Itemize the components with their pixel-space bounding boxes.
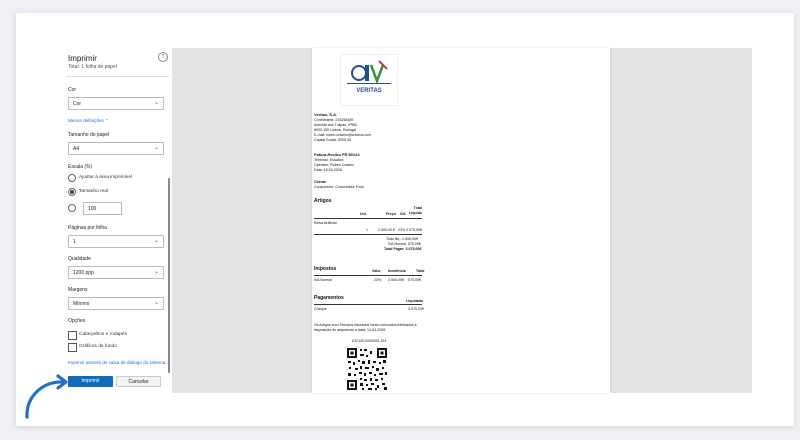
scale-fit-radio[interactable] <box>68 174 76 182</box>
items-title: Artigos <box>314 198 332 204</box>
company-address1: Avenida dos Tulipas, nº962 <box>314 123 358 127</box>
headers-footers-label: Cabeçalhos e rodapés <box>79 332 128 337</box>
color-select[interactable]: Cor ⌄ <box>68 97 164 110</box>
payments-title: Pagamentos <box>314 295 344 301</box>
margins-label: Margens <box>68 287 88 293</box>
tax-name: IVA Normal <box>314 278 332 282</box>
total-pagar: Total Pagar: 3.075,00€ <box>384 247 422 251</box>
company-nif: Contribuinte: 216256489 <box>314 118 354 122</box>
panel-scrollbar[interactable] <box>168 178 170 373</box>
margins-value: Mínimo <box>73 300 90 307</box>
background-graphics-label: Gráficos de fundo <box>79 344 117 349</box>
client-label: Cliente <box>314 180 326 184</box>
sheet-count: Total: 1 folha de papel <box>68 64 117 70</box>
client-value: Consumidor: Consumidor Final <box>314 185 364 189</box>
note-line2: disposição do adquirente a data: 14-04-2… <box>314 328 386 332</box>
payment-method: Cheque <box>314 307 327 311</box>
col-price: Preço <box>386 212 396 216</box>
item-iva: 23% <box>398 228 406 232</box>
chevron-down-icon: ⌄ <box>153 145 159 151</box>
tax-col-incidence: Incidência <box>388 269 406 273</box>
preview-page: VERITAS Veritas, S.A. Contribuinte: 2162… <box>312 48 610 393</box>
divider <box>314 275 422 276</box>
scale-actual-radio[interactable] <box>68 188 76 196</box>
col-iva: IVA <box>400 212 406 216</box>
system-dialog-link[interactable]: Imprimir através de caixa de diálogo do … <box>68 360 169 365</box>
scale-label: Escala (%) <box>68 164 93 170</box>
tax-col-value: Valor <box>372 269 381 273</box>
company-email: E-mail: ruben.crasino@crsoma.com <box>314 133 372 137</box>
total-iliquido: Total Iliq.: 2.500,00€ <box>386 237 419 241</box>
quality-value: 1200 ppp <box>73 269 94 276</box>
margins-select[interactable]: Mínimo ⌄ <box>68 297 164 310</box>
options-label: Opções <box>68 318 86 324</box>
item-qty: 1 <box>366 228 368 232</box>
paper-size-label: Tamanho do papel <box>68 132 110 138</box>
color-label: Cor <box>68 87 77 93</box>
tax-total: 575,00€ <box>408 278 421 282</box>
company-capital: Capital Social: 5000,00 <box>314 138 351 142</box>
paper-size-value: A4 <box>73 145 80 152</box>
atcud: ATCUD:0000000-124 <box>352 339 387 343</box>
invoice-operator: Operator: Ruben Crasino <box>314 163 355 167</box>
chevron-down-icon: ⌄ <box>153 238 159 244</box>
curved-arrow-icon <box>25 374 68 419</box>
scale-percent-input[interactable]: 100 <box>83 202 122 215</box>
qr-code-icon <box>346 347 388 391</box>
cancel-button[interactable]: Cancelar <box>116 376 161 387</box>
color-value: Cor <box>73 100 82 107</box>
payments-col: Liquidado <box>406 299 424 303</box>
item-total: 3.075,00€ <box>406 228 422 232</box>
scale-fit-label: Ajustar à área imprimível <box>79 175 133 180</box>
invoice-title: Fatura-Recibo FR M/124 <box>314 152 360 157</box>
invoice-terminal: Terminal: Estúdios <box>314 158 344 162</box>
print-button[interactable]: Imprimir <box>68 376 113 387</box>
chevron-down-icon: ⌄ <box>153 100 159 106</box>
item-price: 2.500,00 € <box>378 228 395 232</box>
logo-text: VERITAS <box>356 88 382 94</box>
less-settings-link[interactable]: Menos definições ⌃ <box>68 118 109 124</box>
tax-col-total: Total <box>416 269 425 273</box>
chevron-down-icon: ⌄ <box>153 269 159 275</box>
chevron-down-icon: ⌄ <box>153 300 159 306</box>
invoice-date: Data: 14-04-2026 <box>314 168 342 172</box>
company-logo: VERITAS <box>340 54 398 106</box>
divider <box>314 304 422 305</box>
company-address2: 9000-150 Lisboa, Portugal <box>314 128 357 132</box>
tax-rate: 23% <box>374 278 382 282</box>
quality-select[interactable]: 1200 ppp ⌄ <box>68 266 164 279</box>
dialog-title: Imprimir <box>68 54 97 63</box>
pages-per-sheet-value: 1 <box>73 238 76 245</box>
paper-size-select[interactable]: A4 ⌄ <box>68 142 164 155</box>
quality-label: Qualidade <box>68 256 91 262</box>
company-name: Veritas, S.A. <box>314 112 338 117</box>
divider <box>314 234 422 235</box>
background-graphics-checkbox[interactable] <box>68 343 77 352</box>
help-icon[interactable]: ? <box>158 52 168 62</box>
item-name: Relva Artificial <box>314 221 337 225</box>
taxes-title: Impostos <box>314 266 337 272</box>
scale-percent-value: 100 <box>88 205 97 212</box>
scale-custom-radio[interactable] <box>68 204 76 212</box>
scale-actual-label: Tamanho real <box>79 189 109 194</box>
note-line1: Os Artigos e/ou Serviços faturados foram… <box>314 323 417 327</box>
col-units: Uni. <box>360 212 367 216</box>
pages-per-sheet-label: Páginas por folha <box>68 225 107 231</box>
iva-normal-total: IVA Normal: 575,00€ <box>388 242 421 246</box>
pages-per-sheet-select[interactable]: 1 ⌄ <box>68 235 164 248</box>
tax-incidence: 2.500,00€ <box>388 278 404 282</box>
divider <box>314 218 422 219</box>
col-total: Total Líquido <box>409 206 422 215</box>
headers-footers-checkbox[interactable] <box>68 331 77 340</box>
divider <box>66 76 169 77</box>
payment-value: 3.075,00€ <box>408 307 424 311</box>
